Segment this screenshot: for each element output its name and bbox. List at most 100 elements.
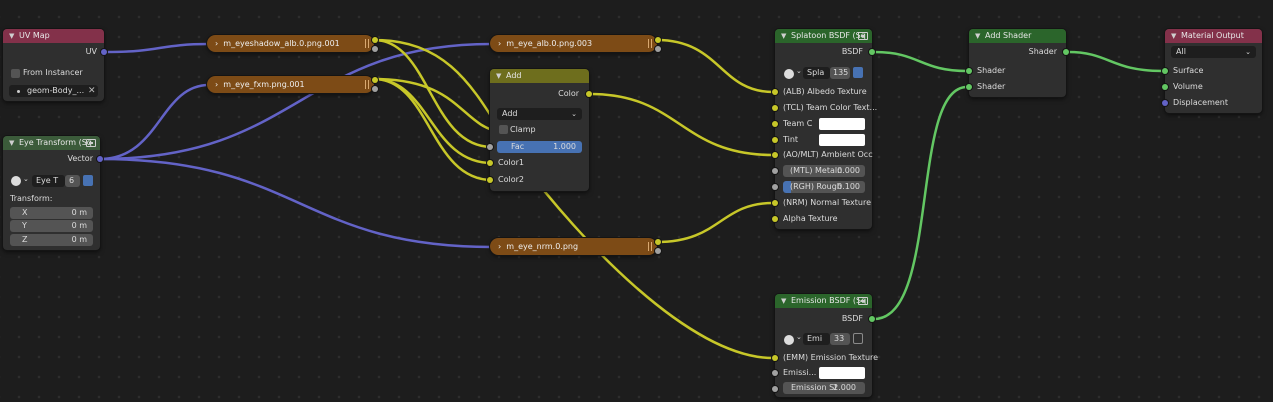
rough-socket[interactable] (772, 184, 778, 190)
uv-map-selector[interactable]: geom-Body_... (9, 85, 98, 97)
render-target-dropdown[interactable]: All ⌄ (1171, 46, 1256, 58)
chevron-down-icon[interactable]: ⌄ (796, 67, 802, 75)
eye-transform-header[interactable]: ▼ Eye Transform (Sq (3, 136, 100, 150)
reroute-eyeshadow-alb[interactable]: › m_eyeshadow_alb.0.png.001 (207, 35, 374, 52)
collapse-chevron-icon[interactable]: ▼ (9, 29, 19, 43)
user-count[interactable]: 6 (65, 175, 80, 187)
splatoon-header[interactable]: ▼ Splatoon BSDF (Sq (775, 29, 872, 43)
node-group-name[interactable]: Eye T (32, 175, 65, 187)
fake-user-shield-icon[interactable] (83, 175, 93, 186)
alpha-socket[interactable] (772, 216, 778, 222)
user-count[interactable]: 135 (830, 67, 850, 79)
node-title: Add Shader (985, 31, 1032, 40)
clamp-checkbox[interactable] (499, 125, 508, 134)
uv-map-node[interactable]: ▼ UV Map UV From Instancer geom-Body_... … (3, 29, 107, 101)
fake-user-shield-icon[interactable] (853, 67, 863, 78)
add-mix-node[interactable]: ▼ Add Color Add ⌄ Clamp Fac 1.000 Color1 … (487, 69, 592, 191)
reroute-eye-fxm[interactable]: › m_eye_fxm.png.001 (207, 76, 374, 93)
bsdf-output-label: BSDF (841, 314, 863, 323)
emission-strength-slider[interactable]: Emission St 2.000 (783, 382, 865, 394)
add-shader-node[interactable]: ▼ Add Shader Shader Shader Shader (966, 29, 1069, 97)
eye-alb-alpha-socket[interactable] (655, 46, 661, 52)
node-tree-icon[interactable] (784, 335, 794, 345)
reroute-eye-nrm[interactable]: › m_eye_nrm.0.png (490, 238, 657, 255)
nrm-output-socket[interactable] (655, 239, 661, 245)
emission-bsdf-node[interactable]: ▼ Emission BSDF (Sq BSDF ⌄ Emi 33 (EMM) E… (772, 294, 878, 397)
fake-user-shield-icon[interactable] (853, 333, 863, 344)
node-title: Eye Transform (Sq (19, 138, 92, 147)
team-color-tex-socket[interactable] (772, 105, 778, 111)
shader-output-socket[interactable] (1063, 49, 1069, 55)
fxm-output-socket[interactable] (372, 77, 378, 83)
tint-socket[interactable] (772, 137, 778, 143)
shader-input-1-socket[interactable] (966, 68, 972, 74)
drag-handle-icon[interactable] (648, 39, 652, 48)
metal-slider[interactable]: (MTL) Metaln 0.000 (783, 165, 865, 177)
team-c-color-swatch[interactable] (819, 118, 865, 130)
clear-x-icon[interactable]: ✕ (88, 85, 96, 97)
fac-slider[interactable]: Fac 1.000 (497, 141, 582, 153)
user-count[interactable]: 33 (830, 333, 850, 345)
node-tree-icon[interactable] (784, 69, 794, 79)
fac-input-socket[interactable] (487, 144, 493, 150)
add-shader-header[interactable]: ▼ Add Shader (969, 29, 1066, 43)
emission-tex-socket[interactable] (772, 355, 778, 361)
color1-input-socket[interactable] (487, 160, 493, 166)
chevron-down-icon[interactable]: ⌄ (23, 175, 29, 183)
color-output-socket[interactable] (586, 91, 592, 97)
y-field[interactable]: Y 0 m (10, 220, 93, 232)
collapse-chevron-icon[interactable]: ▼ (781, 294, 791, 308)
eyeshadow-alpha-socket[interactable] (372, 46, 378, 52)
team-c-socket[interactable] (772, 121, 778, 127)
displacement-socket[interactable] (1162, 100, 1168, 106)
volume-socket[interactable] (1162, 84, 1168, 90)
drag-handle-icon[interactable] (365, 80, 369, 89)
tint-color-swatch[interactable] (819, 134, 865, 146)
node-tree-icon[interactable] (11, 176, 21, 186)
splatoon-bsdf-node[interactable]: ▼ Splatoon BSDF (Sq BSDF ⌄ Spla 135 (ALB)… (772, 29, 877, 229)
vector-output-socket[interactable] (97, 156, 103, 162)
emission-header[interactable]: ▼ Emission BSDF (Sq (775, 294, 872, 308)
fxm-alpha-socket[interactable] (372, 86, 378, 92)
chevron-down-icon[interactable]: ⌄ (796, 333, 802, 341)
collapse-chevron-icon[interactable]: ▼ (496, 69, 506, 83)
drag-handle-icon[interactable] (365, 39, 369, 48)
shader-input-2-socket[interactable] (966, 84, 972, 90)
drag-handle-icon[interactable] (648, 242, 652, 251)
node-group-name[interactable]: Spla (803, 67, 830, 79)
collapse-chevron-icon[interactable]: ▼ (1171, 29, 1181, 43)
emission-strength-socket[interactable] (772, 386, 778, 392)
user-count-text: 33 (834, 334, 845, 343)
bsdf-output-socket[interactable] (869, 49, 875, 55)
z-field[interactable]: Z 0 m (10, 234, 93, 246)
blend-mode-dropdown[interactable]: Add ⌄ (497, 108, 582, 120)
rough-slider[interactable]: (RGH) Rough 0.100 (783, 181, 865, 193)
x-field[interactable]: X 0 m (10, 207, 93, 219)
reroute-eye-alb[interactable]: › m_eye_alb.0.png.003 (490, 35, 657, 52)
from-instancer-checkbox[interactable] (11, 69, 20, 78)
material-output-header[interactable]: ▼ Material Output (1165, 29, 1262, 43)
team-color-tex-label: (TCL) Team Color Text... (783, 103, 878, 112)
add-header[interactable]: ▼ Add (490, 69, 589, 83)
collapse-chevron-icon[interactable]: ▼ (781, 29, 791, 43)
color2-input-socket[interactable] (487, 177, 493, 183)
bsdf-output-socket[interactable] (869, 316, 875, 322)
node-group-name[interactable]: Emi (803, 333, 830, 345)
reroute-label: › m_eyeshadow_alb.0.png.001 (215, 39, 340, 48)
albedo-socket[interactable] (772, 89, 778, 95)
nrm-alpha-socket[interactable] (655, 248, 661, 254)
uv-output-socket[interactable] (101, 49, 107, 55)
uv-map-header[interactable]: ▼ UV Map (3, 29, 104, 43)
ao-socket[interactable] (772, 152, 778, 158)
collapse-chevron-icon[interactable]: ▼ (975, 29, 985, 43)
emission-color-swatch[interactable] (819, 367, 865, 379)
emission-color-socket[interactable] (772, 370, 778, 376)
normal-socket[interactable] (772, 200, 778, 206)
eye-alb-output-socket[interactable] (655, 37, 661, 43)
collapse-chevron-icon[interactable]: ▼ (9, 136, 19, 150)
eye-transform-node[interactable]: ▼ Eye Transform (Sq Vector ⌄ Eye T 6 Tran… (3, 136, 103, 250)
material-output-node[interactable]: ▼ Material Output All ⌄ Surface Volume Di… (1162, 29, 1262, 113)
eyeshadow-output-socket[interactable] (372, 37, 378, 43)
surface-socket[interactable] (1162, 68, 1168, 74)
metal-socket[interactable] (772, 168, 778, 174)
